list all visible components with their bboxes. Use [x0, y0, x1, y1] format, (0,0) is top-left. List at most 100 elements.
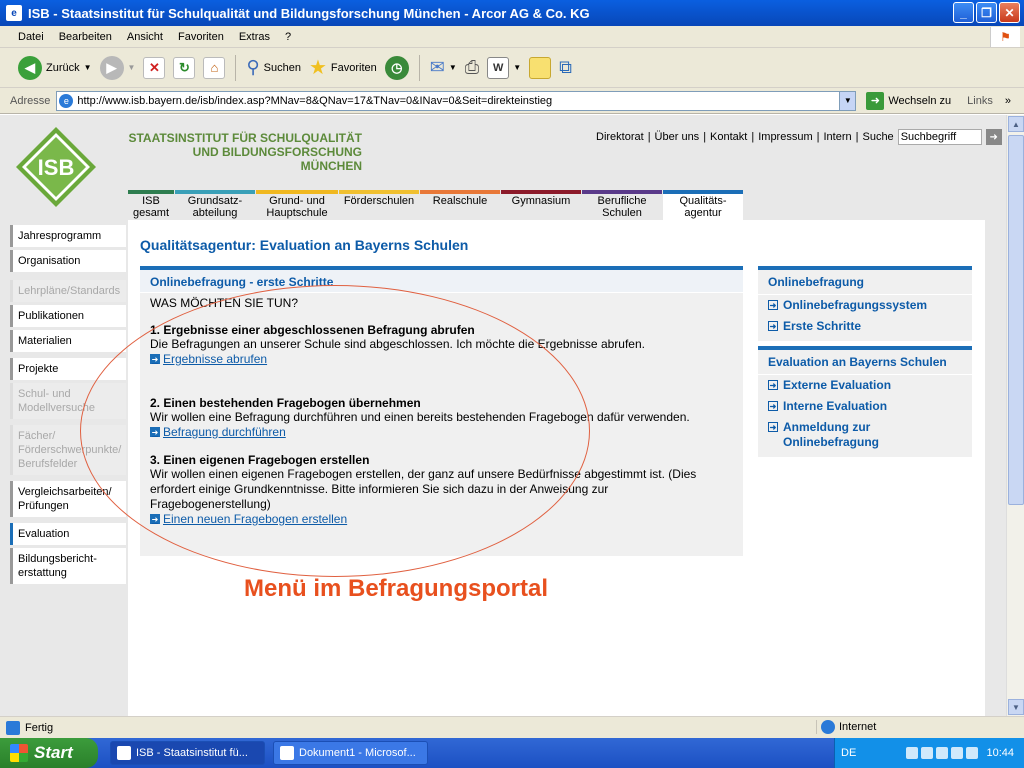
sidebar-item-organisation[interactable]: Organisation	[10, 250, 126, 272]
tab-label: agentur	[684, 207, 722, 219]
link-label: Anmeldung zur Onlinebefragung	[783, 420, 879, 449]
tab-realschule[interactable]: Realschule	[420, 190, 500, 220]
nav-impressum[interactable]: Impressum	[758, 131, 812, 143]
menu-bar: Datei Bearbeiten Ansicht Favoriten Extra…	[0, 26, 1024, 48]
nav-kontakt[interactable]: Kontakt	[710, 131, 747, 143]
system-tray: DE 10:44	[834, 738, 1024, 768]
menu-help[interactable]: ?	[285, 31, 291, 43]
status-bar: Fertig Internet	[0, 716, 1024, 738]
menu-ansicht[interactable]: Ansicht	[127, 31, 163, 43]
tab-label: abteilung	[192, 207, 238, 219]
address-label: Adresse	[10, 94, 51, 107]
language-indicator[interactable]: DE	[841, 747, 856, 759]
nav-intern[interactable]: Intern	[823, 131, 851, 143]
tab-label: gesamt	[132, 207, 170, 219]
search-button[interactable]: ⚲ Suchen	[246, 57, 301, 78]
home-icon[interactable]: ⌂	[203, 56, 226, 79]
clock[interactable]: 10:44	[986, 747, 1014, 759]
menu-favoriten[interactable]: Favoriten	[178, 31, 224, 43]
back-button[interactable]: ◀ Zurück ▼	[18, 55, 92, 80]
tray-volume-icon[interactable]	[921, 747, 934, 759]
task-isb[interactable]: ISB - Staatsinstitut fü...	[110, 741, 265, 765]
annotation-text: Menü im Befragungsportal	[244, 575, 549, 602]
minimize-button[interactable]: _	[953, 2, 974, 23]
sidebar-item-materialien[interactable]: Materialien	[10, 330, 126, 352]
tray-antivirus-icon[interactable]	[951, 747, 964, 759]
tab-qualitaetsagentur[interactable]: Qualitäts- agentur	[663, 190, 743, 224]
chevron-right-icon[interactable]: »	[1005, 95, 1011, 107]
right-box-onlinebefragung: Onlinebefragung ➜ Onlinebefragungssystem…	[758, 266, 972, 341]
tab-gymnasium[interactable]: Gymnasium	[501, 190, 581, 220]
link-onlinebefragungssystem[interactable]: ➜ Onlinebefragungssystem	[758, 295, 972, 316]
back-dropdown-icon[interactable]: ▼	[84, 63, 92, 72]
stop-icon[interactable]: ✕	[143, 56, 166, 79]
favorites-button[interactable]: ★ Favoriten	[309, 55, 377, 80]
tab-label: Grundsatz-	[187, 195, 243, 207]
go-button[interactable]: ➜ Wechseln zu	[866, 91, 952, 110]
tab-berufliche-schulen[interactable]: Berufliche Schulen	[582, 190, 662, 220]
menu-datei[interactable]: Datei	[18, 31, 44, 43]
nav-ueber-uns[interactable]: Über uns	[655, 131, 700, 143]
task-label: Dokument1 - Microsof...	[299, 747, 416, 759]
start-button[interactable]: Start	[0, 738, 98, 768]
address-dropdown-icon[interactable]: ▼	[839, 91, 856, 110]
tray-security-icon[interactable]	[936, 747, 949, 759]
tab-grundsatzabteilung[interactable]: Grundsatz- abteilung	[175, 190, 255, 220]
tab-label: Qualitäts-	[679, 195, 727, 207]
link-externe-evaluation[interactable]: ➜ Externe Evaluation	[758, 375, 972, 396]
organization-name: STAATSINSTITUT FÜR SCHULQUALITÄT UND BIL…	[128, 131, 362, 173]
favorites-label: Favoriten	[330, 61, 377, 74]
history-icon[interactable]: ◷	[384, 55, 409, 80]
forward-button[interactable]: ▶ ▼	[99, 55, 136, 80]
forward-dropdown-icon[interactable]: ▼	[128, 63, 136, 72]
maximize-button[interactable]: ❐	[976, 2, 997, 23]
nav-direktorat[interactable]: Direktorat	[596, 131, 644, 143]
link-anmeldung-onlinebefragung[interactable]: ➜ Anmeldung zur Onlinebefragung	[758, 417, 972, 453]
tab-grund-hauptschule[interactable]: Grund- und Hauptschule	[256, 190, 338, 220]
refresh-icon[interactable]: ↻	[173, 56, 196, 79]
sidebar-item-publikationen[interactable]: Publikationen	[10, 305, 126, 327]
links-toolbar[interactable]: Links	[967, 95, 993, 107]
sidebar-item-evaluation[interactable]: Evaluation	[10, 523, 126, 545]
tab-foerderschulen[interactable]: Förderschulen	[339, 190, 419, 220]
sidebar-item-bildungsbericht[interactable]: Bildungsbericht-erstattung	[10, 548, 126, 584]
sidebar-item-jahresprogramm[interactable]: Jahresprogramm	[10, 225, 126, 247]
link-erste-schritte[interactable]: ➜ Erste Schritte	[758, 316, 972, 337]
note-icon[interactable]	[529, 56, 552, 79]
window-title-bar[interactable]: e ISB - Staatsinstitut für Schulqualität…	[0, 0, 1024, 26]
org-line1: STAATSINSTITUT FÜR SCHULQUALITÄT	[128, 131, 362, 145]
scroll-up-icon[interactable]: ▲	[1008, 116, 1024, 132]
logo-text: ISB	[38, 155, 75, 180]
page-icon: e	[59, 93, 74, 108]
box-heading: Onlinebefragung - erste Schritte	[140, 270, 743, 293]
vertical-scrollbar[interactable]: ▲ ▼	[1006, 115, 1024, 716]
task-dokument1[interactable]: Dokument1 - Microsof...	[273, 741, 428, 765]
site-search-input[interactable]: Suchbegriff	[897, 129, 982, 145]
link-interne-evaluation[interactable]: ➜ Interne Evaluation	[758, 396, 972, 417]
tab-isb-gesamt[interactable]: ISB gesamt	[128, 190, 174, 220]
search-label: Suchen	[263, 61, 301, 74]
scroll-down-icon[interactable]: ▼	[1008, 699, 1024, 715]
go-label: Wechseln zu	[888, 94, 952, 107]
menu-bearbeiten[interactable]: Bearbeiten	[59, 31, 112, 43]
close-button[interactable]: ✕	[999, 2, 1020, 23]
search-icon: ⚲	[246, 57, 260, 77]
tray-messenger-icon[interactable]	[966, 747, 979, 759]
isb-logo[interactable]: ISB	[14, 125, 98, 209]
windows-flag-icon	[10, 744, 28, 762]
site-search-go-icon[interactable]: ➜	[985, 129, 1002, 145]
messenger-icon[interactable]: ⧉	[559, 57, 572, 78]
scroll-thumb[interactable]	[1008, 135, 1024, 505]
windows-logo-icon: ⚑	[990, 27, 1020, 47]
mail-button[interactable]: ✉ ▼	[430, 57, 457, 78]
menu-extras[interactable]: Extras	[239, 31, 270, 43]
print-icon[interactable]: ⎙	[465, 57, 479, 78]
address-input[interactable]: e http://www.isb.bayern.de/isb/index.asp…	[56, 90, 857, 111]
link-label: Externe Evaluation	[783, 378, 892, 392]
edit-button[interactable]: W ▼	[487, 56, 521, 79]
tray-network-icon[interactable]	[906, 747, 919, 759]
tray-icons	[906, 747, 979, 759]
status-text: Fertig	[25, 721, 54, 734]
tab-label: Hauptschule	[266, 207, 328, 219]
annotation-ellipse	[80, 285, 590, 577]
